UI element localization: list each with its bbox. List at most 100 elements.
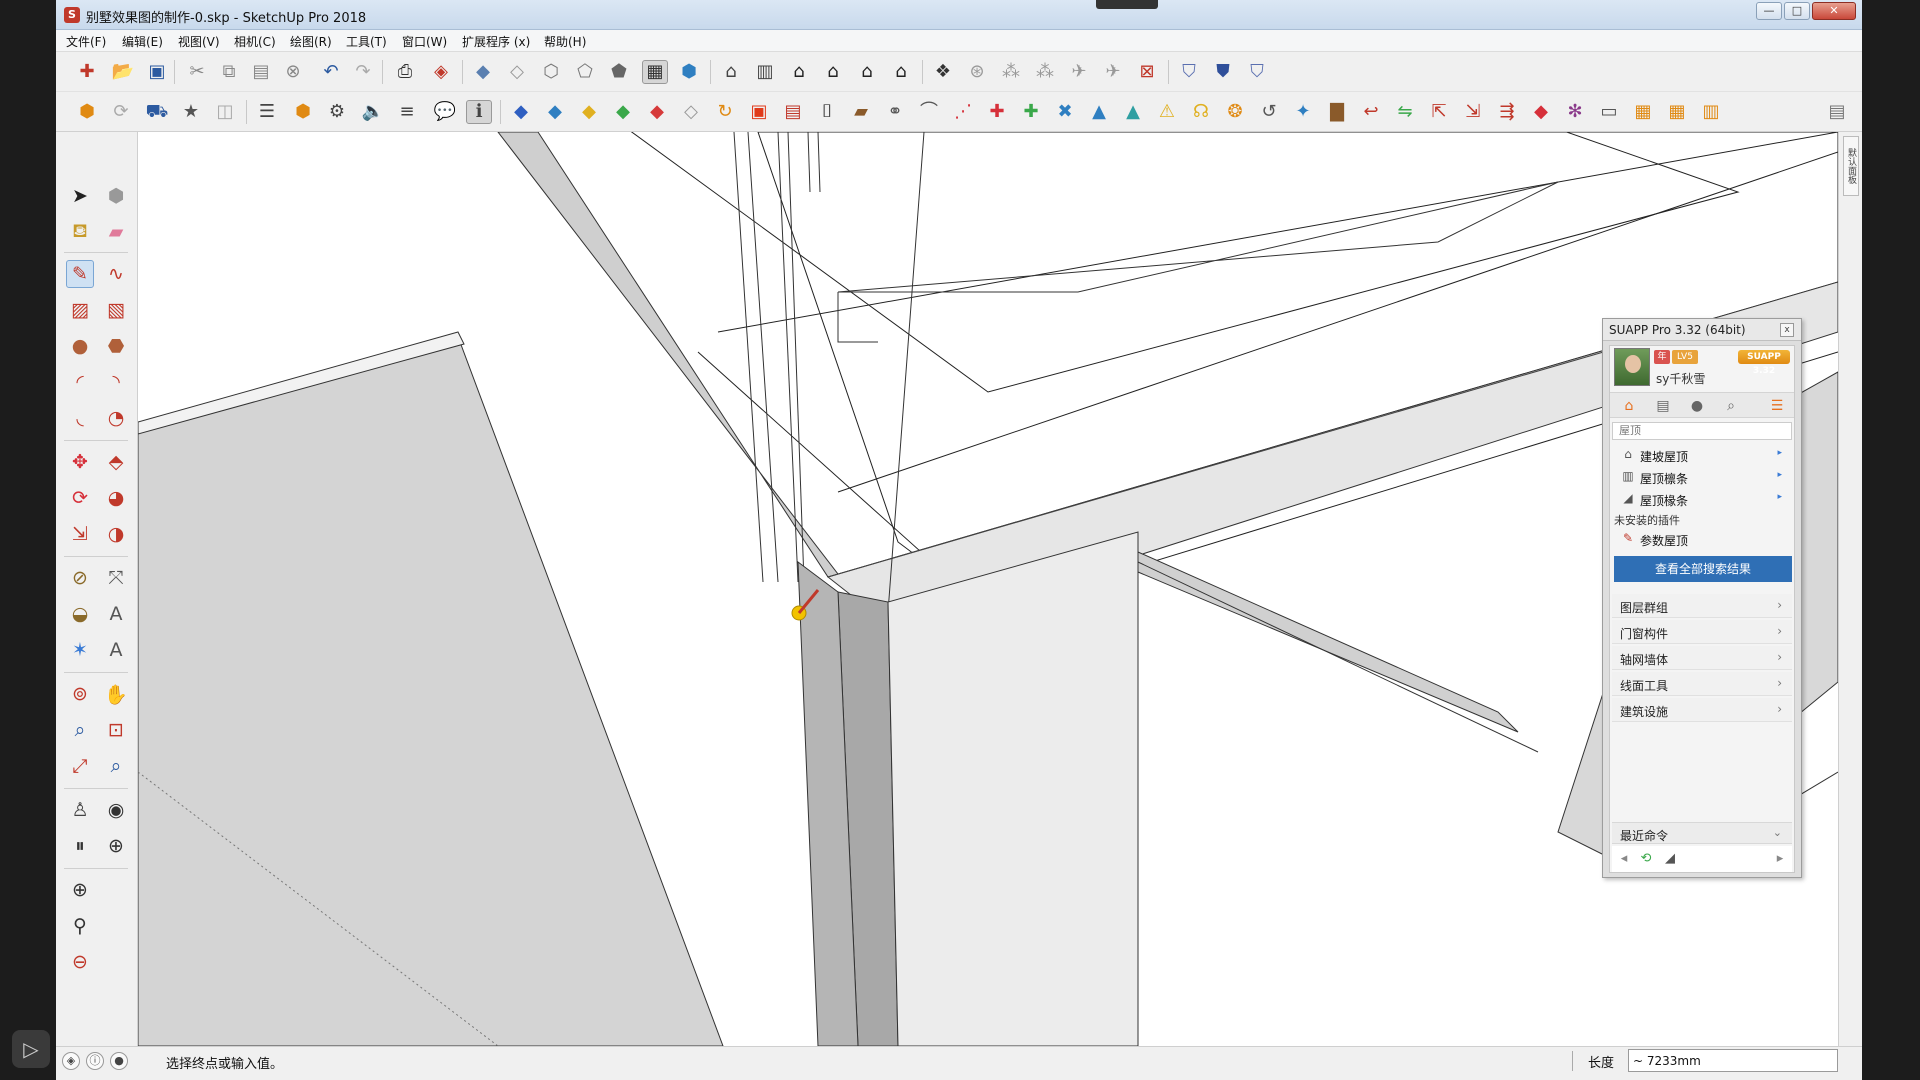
freehand-icon[interactable]: ∿: [102, 260, 130, 288]
slab-icon[interactable]: ◆: [542, 100, 568, 124]
red-cross-icon[interactable]: ✚: [984, 100, 1010, 124]
cube-icon[interactable]: ▇: [1324, 100, 1350, 124]
paint-bucket-icon[interactable]: ⛾: [66, 218, 94, 246]
new-file-icon[interactable]: ✚: [74, 60, 100, 84]
recorder-play-icon[interactable]: ▷: [12, 1030, 50, 1068]
rotate-tool-icon[interactable]: ⟳: [66, 484, 94, 512]
category-item[interactable]: 轴网墙体 ›: [1612, 646, 1792, 670]
components-share-icon[interactable]: ⁂: [998, 60, 1024, 84]
toolbar-overflow-icon[interactable]: ▤: [1824, 100, 1850, 124]
frame-icon[interactable]: ▣: [746, 100, 772, 124]
model-info-icon[interactable]: ◈: [428, 60, 454, 84]
wireframe-style-icon[interactable]: ⬡: [538, 60, 564, 84]
select-tool-icon[interactable]: ➤: [66, 182, 94, 210]
floor-icon[interactable]: ◆: [576, 100, 602, 124]
print-icon[interactable]: ⎙: [392, 60, 418, 84]
export-icon[interactable]: ✈: [1100, 60, 1126, 84]
uninstalled-item[interactable]: ✎ 参数屋顶: [1612, 528, 1792, 550]
hidden-line-style-icon[interactable]: ⬠: [572, 60, 598, 84]
loop-icon[interactable]: ↻: [712, 100, 738, 124]
share-model-icon[interactable]: ⊛: [964, 60, 990, 84]
cone-icon[interactable]: ▲: [1086, 100, 1112, 124]
erase-selection-icon[interactable]: ⊗: [280, 60, 306, 84]
list-icon[interactable]: ☰: [1764, 396, 1790, 416]
gear-icon[interactable]: ⚙: [324, 100, 350, 124]
zoom-icon[interactable]: ⌕: [66, 716, 94, 744]
swirl-icon[interactable]: ❂: [1222, 100, 1248, 124]
sandbox-icon[interactable]: ⊕: [66, 876, 94, 904]
menu-tools[interactable]: 工具(T): [346, 33, 387, 50]
monochrome-style-icon[interactable]: ⬢: [676, 60, 702, 84]
result-item[interactable]: ⌂ 建坡屋顶 ▸: [1612, 444, 1792, 466]
walk-icon[interactable]: ⏸: [66, 832, 94, 860]
axes-icon[interactable]: ✶: [66, 636, 94, 664]
stamp-icon[interactable]: ⊖: [66, 948, 94, 976]
extension-warehouse-icon[interactable]: ⁂: [1032, 60, 1058, 84]
paste-icon[interactable]: ▤: [248, 60, 274, 84]
suapp-logo-icon[interactable]: ⬢: [74, 100, 100, 124]
back-view-icon[interactable]: ⌂: [854, 60, 880, 84]
vehicle-icon[interactable]: ⛟: [144, 100, 170, 124]
tree-icon[interactable]: ▲: [1120, 100, 1146, 124]
send-to-layout-icon[interactable]: ✈: [1066, 60, 1092, 84]
pan-icon[interactable]: ✋: [102, 680, 130, 708]
molecule-icon[interactable]: ✻: [1562, 100, 1588, 124]
two-point-arc-icon[interactable]: ◝: [102, 368, 130, 396]
result-item[interactable]: ◢ 屋顶椽条 ▸: [1612, 488, 1792, 510]
rotate-copy-icon[interactable]: ↺: [1256, 100, 1282, 124]
component-add-icon[interactable]: ⬢: [290, 100, 316, 124]
section-plane-tool-icon[interactable]: ⊕: [102, 832, 130, 860]
result-item[interactable]: ▥ 屋顶檩条 ▸: [1612, 466, 1792, 488]
view-all-results-button[interactable]: 查看全部搜索结果: [1614, 556, 1792, 582]
home-icon[interactable]: ⌂: [1616, 396, 1642, 416]
undo-red-icon[interactable]: ↩: [1358, 100, 1384, 124]
follow-me-icon[interactable]: ◕: [102, 484, 130, 512]
move-tool-icon[interactable]: ✥: [66, 448, 94, 476]
grid-window-icon[interactable]: ▦: [1664, 100, 1690, 124]
avatar[interactable]: [1614, 348, 1650, 386]
star-move-icon[interactable]: ✦: [1290, 100, 1316, 124]
tape-measure-icon[interactable]: ⊘: [66, 564, 94, 592]
blue-x-icon[interactable]: ✖: [1052, 100, 1078, 124]
scroll-right-icon[interactable]: ▸: [1770, 850, 1790, 868]
arc-icon[interactable]: ◜: [66, 368, 94, 396]
3d-text-icon[interactable]: A: [102, 636, 130, 664]
section-cuts-icon[interactable]: ⛉: [1244, 60, 1270, 84]
make-component-icon[interactable]: ⬢: [102, 182, 130, 210]
layers-icon[interactable]: ☰: [254, 100, 280, 124]
array-icon[interactable]: ⇶: [1494, 100, 1520, 124]
user-icon[interactable]: ●: [1684, 396, 1710, 416]
display-section-icon[interactable]: ⛊: [1210, 60, 1236, 84]
suapp-title-bar[interactable]: SUAPP Pro 3.32 (64bit) x: [1603, 319, 1801, 341]
left-view-icon[interactable]: ⌂: [888, 60, 914, 84]
textured-style-icon[interactable]: ▦: [642, 60, 668, 84]
front-view-icon[interactable]: ⌂: [786, 60, 812, 84]
rotated-rectangle-icon[interactable]: ▧: [102, 296, 130, 324]
category-item[interactable]: 门窗构件 ›: [1612, 620, 1792, 644]
menu-edit[interactable]: 编辑(E): [122, 33, 163, 50]
curve-icon[interactable]: ⌒: [916, 100, 942, 124]
window-grid-icon[interactable]: ▤: [780, 100, 806, 124]
category-item[interactable]: 线面工具 ›: [1612, 672, 1792, 696]
box-icon[interactable]: ▰: [848, 100, 874, 124]
menu-draw[interactable]: 绘图(R): [290, 33, 332, 50]
measurements-input[interactable]: [1628, 1049, 1838, 1072]
top-view-icon[interactable]: ▥: [752, 60, 778, 84]
orbit-icon[interactable]: ⊚: [66, 680, 94, 708]
copy-icon[interactable]: ⧉: [216, 60, 242, 84]
model-viewport[interactable]: [138, 132, 1838, 1046]
menu-camera[interactable]: 相机(C): [234, 33, 276, 50]
plane-outline-icon[interactable]: ◇: [678, 100, 704, 124]
minimize-button[interactable]: —: [1756, 2, 1782, 20]
dimension-icon[interactable]: ⤧: [102, 564, 130, 592]
settings-sliders-icon[interactable]: ≡: [394, 100, 420, 124]
zoom-window-icon[interactable]: ⊡: [102, 716, 130, 744]
geo-location-icon[interactable]: ◈: [62, 1052, 80, 1070]
info-icon[interactable]: ℹ: [466, 100, 492, 124]
dim-star-icon[interactable]: ★: [178, 100, 204, 124]
rectangle-icon[interactable]: ▨: [66, 296, 94, 324]
protractor-icon[interactable]: ◒: [66, 600, 94, 628]
category-item[interactable]: 建筑设施 ›: [1612, 698, 1792, 722]
category-item[interactable]: 图层群组 ›: [1612, 594, 1792, 618]
smoove-icon[interactable]: ⚲: [66, 912, 94, 940]
